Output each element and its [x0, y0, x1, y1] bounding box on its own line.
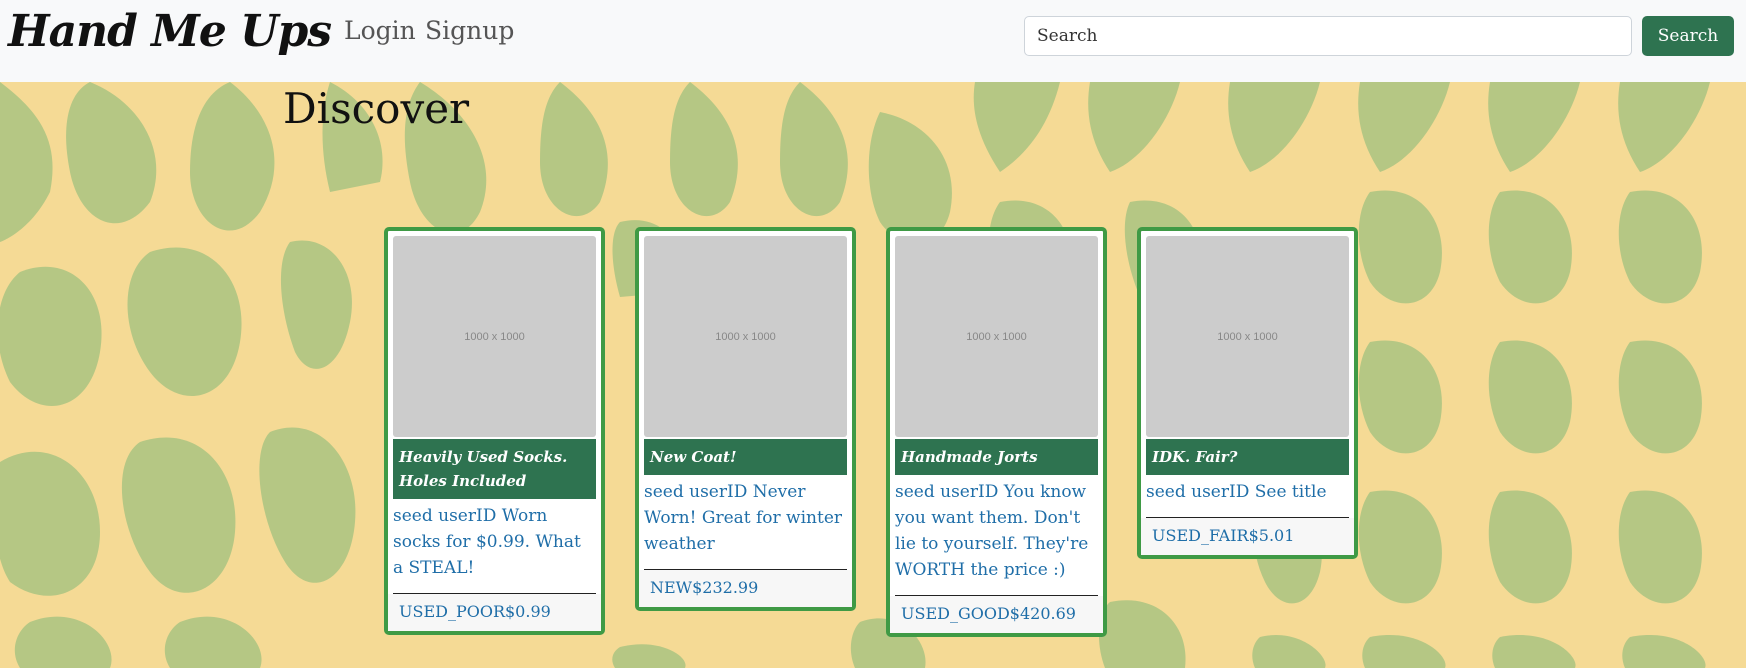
- page-title: Discover: [283, 84, 470, 133]
- listing-description: seed userID You know you want them. Don'…: [895, 475, 1098, 596]
- listing-title[interactable]: Heavily Used Socks. Holes Included: [393, 439, 596, 499]
- listing-image-placeholder: 1000 x 1000: [895, 236, 1098, 437]
- search-button[interactable]: Search: [1642, 16, 1734, 56]
- listing-title[interactable]: Handmade Jorts: [895, 439, 1098, 475]
- listing-image-placeholder: 1000 x 1000: [644, 236, 847, 437]
- top-navbar: Hand Me Ups Login Signup Search: [0, 0, 1746, 82]
- listing-description: seed userID Never Worn! Great for winter…: [644, 475, 847, 570]
- listing-price: $420.69: [1009, 604, 1076, 623]
- listing-description: seed userID Worn socks for $0.99. What a…: [393, 499, 596, 594]
- listing-footer: USED_GOOD$420.69: [890, 596, 1103, 633]
- signup-link[interactable]: Signup: [425, 16, 514, 45]
- listing-title[interactable]: IDK. Fair?: [1146, 439, 1349, 475]
- listing-condition: USED_GOOD: [901, 604, 1010, 623]
- listing-card[interactable]: 1000 x 1000 Heavily Used Socks. Holes In…: [384, 227, 605, 635]
- listing-card[interactable]: 1000 x 1000 IDK. Fair? seed userID See t…: [1137, 227, 1358, 559]
- listing-condition: NEW: [650, 578, 693, 597]
- checkered-background: [0, 82, 1746, 668]
- search-input[interactable]: [1024, 16, 1632, 56]
- listing-footer: USED_FAIR$5.01: [1141, 518, 1354, 555]
- brand-logo[interactable]: Hand Me Ups: [8, 6, 332, 57]
- listing-card[interactable]: 1000 x 1000 New Coat! seed userID Never …: [635, 227, 856, 611]
- listing-price: $232.99: [692, 578, 759, 597]
- listing-image-placeholder: 1000 x 1000: [393, 236, 596, 437]
- login-link[interactable]: Login: [344, 16, 416, 45]
- listing-price: $5.01: [1248, 526, 1295, 545]
- listing-card[interactable]: 1000 x 1000 Handmade Jorts seed userID Y…: [886, 227, 1107, 637]
- listing-footer: USED_POOR$0.99: [388, 594, 601, 631]
- listing-price: $0.99: [505, 602, 551, 621]
- listing-condition: USED_POOR: [399, 602, 505, 621]
- listing-condition: USED_FAIR: [1152, 526, 1249, 545]
- listing-title[interactable]: New Coat!: [644, 439, 847, 475]
- listing-footer: NEW$232.99: [639, 570, 852, 607]
- listing-description: seed userID See title: [1146, 475, 1349, 518]
- listing-image-placeholder: 1000 x 1000: [1146, 236, 1349, 437]
